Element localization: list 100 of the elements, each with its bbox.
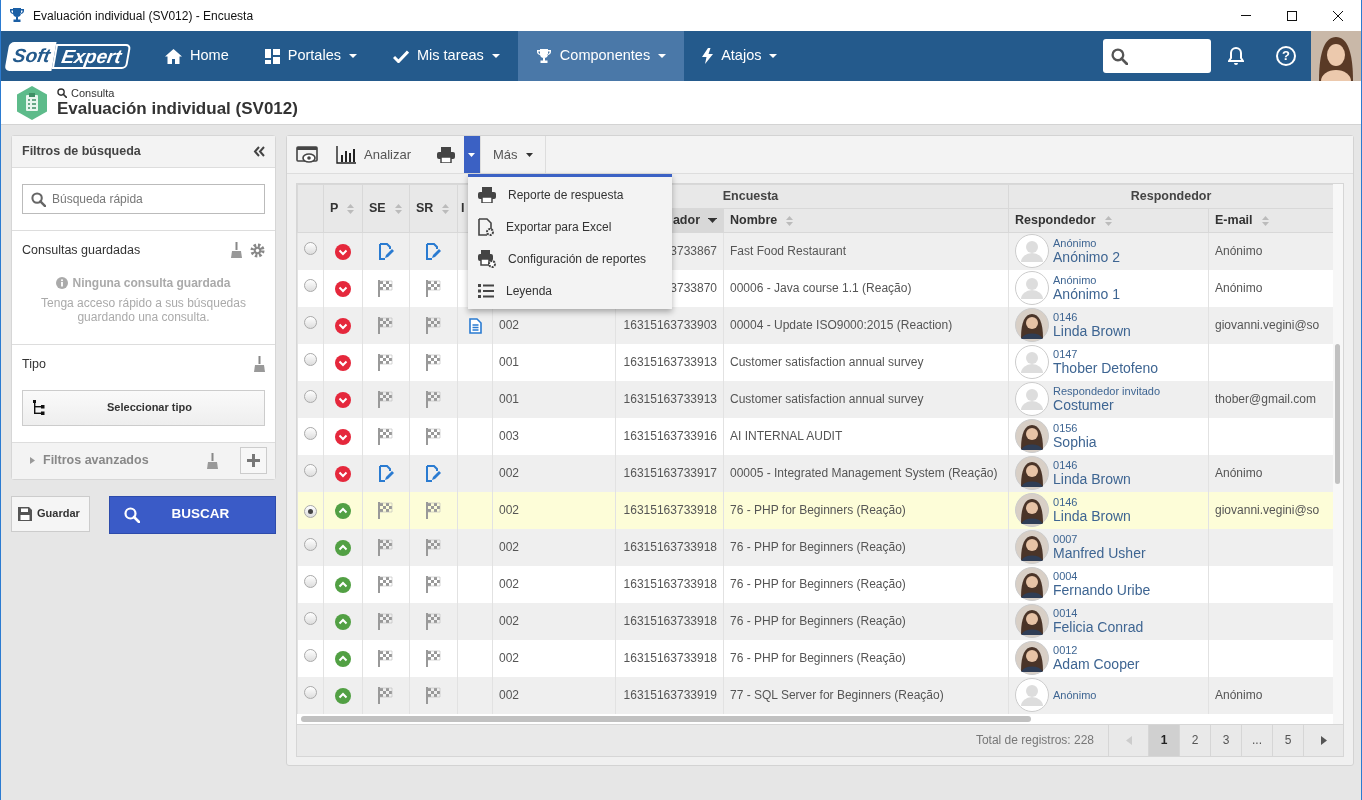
caret-icon [525,152,533,157]
respondent-name[interactable]: Linda Brown [1053,323,1131,339]
table-cell: 16315163733916 [615,417,724,455]
respondent-id: 0146 [1053,459,1079,471]
table-row[interactable]: 002 16315163733918 76 - PHP for Beginners (Reação) 0007 Manfred Usher [297,528,1333,566]
checkered-flag-icon [425,687,442,705]
page-button[interactable]: 1 [1148,724,1179,756]
nav-menu-item[interactable]: Mis tareas [374,31,518,81]
respondent-name[interactable]: Anónimo 2 [1053,249,1120,266]
table-row[interactable]: 002 16315163733918 76 - PHP for Beginners (Reação) 0012 Adam Cooper [297,639,1333,677]
user-avatar[interactable] [1311,31,1361,81]
bar-chart-icon [336,145,356,164]
window-title: Evaluación individual (SV012) - Encuesta [33,7,254,25]
lightning-icon [702,48,714,64]
column-header[interactable]: Nombre [723,208,1009,233]
radio-button[interactable] [304,316,317,329]
table-row[interactable]: 002 16315163733903 00004 - Update ISO9000:2015 (Reaction) 0146 Linda Brown giovanni.vegini@so [297,306,1333,344]
table-row[interactable]: 001 16315163733913 Customer satisfaction annual survey Respondedor invitado Costumer thober@gmail.com [297,380,1333,418]
respondent-id: 0014 [1053,607,1079,619]
select-type-button[interactable]: Seleccionar tipo [22,389,265,426]
table-row[interactable]: 002 16315163733917 00005 - Integrated Management System (Reação) 0146 Linda Brown Anónimo [297,454,1333,492]
checkered-flag-icon [378,576,394,594]
radio-button[interactable] [304,505,317,518]
table-row[interactable]: 003 16315163733916 AI INTERNAL AUDIT 0156 Sophia [297,417,1333,455]
more-button[interactable]: Más [479,136,546,173]
nav-menu-item[interactable]: Home [147,31,247,81]
logo[interactable]: Soft Expert [7,31,130,81]
chevron-down-icon [335,244,351,261]
respondent-id: 0007 [1053,533,1079,545]
radio-button[interactable] [304,612,317,625]
chevron-up-icon [335,576,351,593]
respondent-name[interactable]: Costumer [1053,397,1161,413]
table-row[interactable]: 002 16315163733918 76 - PHP for Beginners (Reação) 0146 Linda Brown giovanni.vegini@so [297,491,1333,529]
respondent-name[interactable]: Sophia [1053,434,1097,450]
respondent-name[interactable]: Linda Brown [1053,508,1131,524]
table-row[interactable]: 002 16315163733918 76 - PHP for Beginners (Reação) 0014 Felicia Conrad [297,602,1333,640]
column-header[interactable]: Respondedor [1008,208,1209,233]
breadcrumb-link[interactable]: Consulta [71,86,115,99]
radio-button[interactable] [304,353,317,366]
radio-button[interactable] [304,575,317,588]
column-header[interactable]: SR [409,184,458,233]
table-cell: 00005 - Integrated Management System (Reação) [723,454,1009,492]
search-field[interactable] [1103,39,1211,73]
table-cell: Customer satisfaction annual survey [723,380,1009,418]
respondent-name[interactable]: Thober Detofeno [1053,360,1159,376]
nav-menu-item[interactable]: Portales [246,31,375,81]
radio-button[interactable] [304,649,317,662]
radio-button[interactable] [304,464,317,477]
empty-state-text: Tenga acceso rápido a sus búsquedas guardando una consulta. [40,295,247,324]
table-row[interactable]: 002 16315163733919 77 - SQL Server for Beginners (Reação) Anónimo Anónimo [297,676,1333,714]
column-header[interactable]: P [323,184,363,233]
radio-button[interactable] [304,686,317,699]
broom-icon [207,453,218,470]
column-header[interactable]: E-mail [1208,208,1333,233]
nav-menu-item[interactable]: Componentes [517,31,685,81]
radio-button[interactable] [304,242,317,256]
table-cell: 002 [492,602,616,640]
checkered-flag-icon [378,502,394,520]
trophy-icon [9,8,25,23]
checkered-flag-icon [378,613,394,631]
chevron-down-icon [335,280,351,297]
radio-button[interactable] [304,538,317,551]
radio-button[interactable] [304,279,317,292]
respondent-id: 0012 [1053,644,1079,656]
table-cell: 16315163733919 [615,676,724,714]
printer-icon [436,146,455,163]
chevron-down-icon [335,465,351,482]
column-header[interactable]: SE [362,184,410,233]
collapse-icon[interactable] [253,146,265,157]
radio-button[interactable] [304,427,317,440]
minimize-icon [1241,15,1251,16]
chevron-down-icon [335,391,351,408]
respondent-name[interactable]: Manfred Usher [1053,545,1146,561]
respondent-name[interactable]: Adam Cooper [1053,656,1140,672]
respondent-name[interactable]: Anónimo 1 [1053,286,1120,302]
panel-title: Filtros de búsqueda [22,143,141,161]
respondent-name[interactable]: Fernando Uribe [1053,582,1151,598]
respondent-name[interactable]: Linda Brown [1053,471,1131,487]
table-cell: 16315163733918 [615,565,724,603]
page-title: Evaluación individual (SV012) [57,98,298,119]
table-row[interactable]: 002 16315163733918 76 - PHP for Beginners (Reação) 0004 Fernando Uribe [297,565,1333,603]
respondent-name[interactable]: Felicia Conrad [1053,619,1144,635]
print-menu-toggle[interactable] [463,136,480,173]
avatar [1015,567,1049,601]
add-button[interactable] [240,447,267,474]
table-cell: 001 [492,380,616,418]
checkered-flag-icon [425,613,442,631]
avatar [1015,382,1049,416]
edit-icon [426,243,441,261]
search-button[interactable]: BUSCAR [109,495,276,534]
quick-search-field[interactable]: Búsqueda rápida [22,184,265,214]
nav-menu-item[interactable]: Atajos [684,31,796,81]
table-cell: 002 [492,528,616,566]
radio-button[interactable] [304,390,317,403]
respondent-id: Respondedor invitado [1053,385,1161,397]
help-button[interactable]: ? [1261,31,1311,81]
table-row[interactable]: 001 16315163733913 Customer satisfaction annual survey 0147 Thober Detofeno [297,343,1333,381]
analyze-button[interactable]: Analizar [327,136,420,173]
save-button[interactable]: Guardar [11,495,90,532]
vertical-scrollbar[interactable] [1333,184,1343,724]
